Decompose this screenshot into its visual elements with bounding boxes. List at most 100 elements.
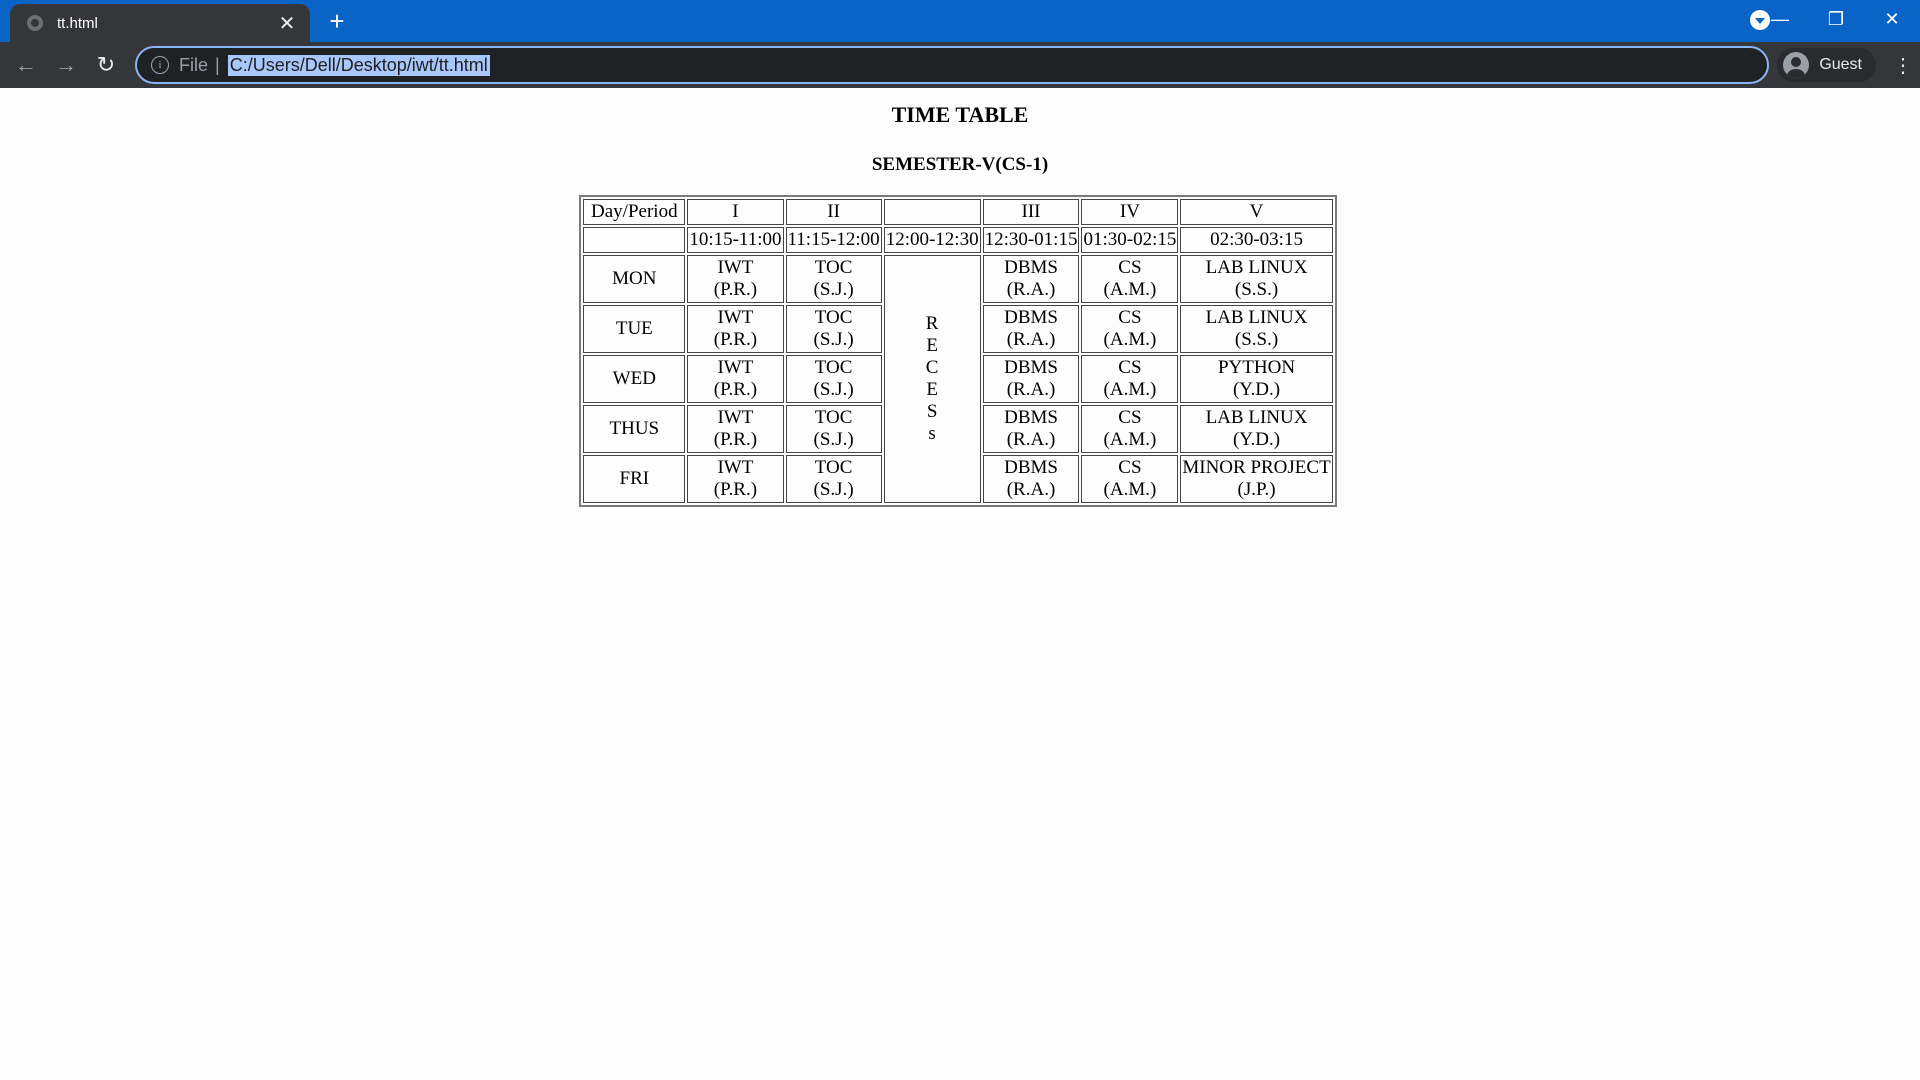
period-cell: CS (A.M.): [1081, 455, 1179, 503]
cell-text: IWT: [717, 357, 754, 378]
period-cell: DBMS (R.A.): [982, 355, 1080, 403]
cell-text: LAB LINUX: [1205, 407, 1308, 428]
recess-letter: R: [925, 313, 939, 334]
cell-text: (P.R.): [713, 379, 758, 400]
period-cell: PYTHON (Y.D.): [1180, 355, 1333, 403]
avatar-icon: [1783, 52, 1810, 78]
page-content: TIME TABLE SEMESTER-V(CS-1) Day/Period I I…: [0, 100, 1920, 507]
browser-toolbar: ← → ↻ i File | C:/Users/Dell/Desktop/iwt…: [0, 42, 1920, 88]
cell-text: (Y.D.): [1232, 429, 1281, 450]
back-arrow-icon[interactable]: ←: [8, 47, 44, 83]
cell-text: (P.R.): [713, 429, 758, 450]
cell-text: 10:15-11:00: [689, 229, 782, 250]
tab-title: tt.html: [57, 14, 98, 32]
forward-arrow-icon[interactable]: →: [48, 47, 84, 83]
cell-text: DBMS: [1004, 357, 1058, 378]
day-cell: FRI: [583, 455, 686, 503]
period-cell: IWT (P.R.): [687, 255, 784, 303]
profile-label: Guest: [1819, 56, 1862, 73]
time-row: 10:15-11:00 11:15-12:00 12:00-12:30 12:30-0…: [583, 227, 1333, 253]
tab-close-icon[interactable]: ✕: [276, 12, 298, 35]
cell-text: CS: [1118, 257, 1142, 278]
page-subtitle: SEMESTER-V(CS-1): [871, 154, 1049, 175]
cell-text: THUS: [609, 418, 660, 439]
period-cell: CS (A.M.): [1081, 355, 1179, 403]
minimize-button[interactable]: —: [1752, 0, 1808, 38]
day-cell: WED: [583, 355, 686, 403]
cell-text: (Y.D.): [1232, 379, 1281, 400]
period-cell: CS (A.M.): [1081, 255, 1179, 303]
window-controls: — ❐ ✕: [1752, 0, 1920, 42]
time-cell: 12:30-01:15: [982, 227, 1080, 253]
tab-strip: tt.html ✕ + — ❐ ✕: [0, 0, 1920, 42]
cell-text: (A.M.): [1103, 329, 1157, 350]
period-cell: CS (A.M.): [1081, 305, 1179, 353]
cell-text: DBMS: [1004, 457, 1058, 478]
period-cell: DBMS (R.A.): [982, 255, 1080, 303]
cell-text: (R.A.): [1006, 479, 1056, 500]
cell-text: (J.P.): [1237, 479, 1276, 500]
cell-text: IWT: [717, 307, 754, 328]
cell-text: CS: [1118, 357, 1142, 378]
period-cell: TOC (S.J.): [785, 305, 882, 353]
time-cell: 01:30-02:15: [1081, 227, 1179, 253]
period-cell: CS (A.M.): [1081, 405, 1179, 453]
kebab-menu-icon[interactable]: ⋮: [1893, 54, 1913, 77]
close-window-button[interactable]: ✕: [1864, 0, 1920, 38]
cell-text: (R.A.): [1006, 279, 1056, 300]
cell-text: 01:30-02:15: [1083, 229, 1177, 250]
period-cell: IWT (P.R.): [687, 355, 784, 403]
cell-text: CS: [1118, 407, 1142, 428]
page-title: TIME TABLE: [891, 102, 1029, 127]
cell-text: (S.J.): [813, 279, 854, 300]
new-tab-button[interactable]: +: [322, 6, 352, 36]
period-cell: TOC (S.J.): [785, 405, 882, 453]
period-cell: DBMS (R.A.): [982, 405, 1080, 453]
browser-tab[interactable]: tt.html ✕: [10, 4, 310, 42]
address-bar[interactable]: i File | C:/Users/Dell/Desktop/iwt/tt.ht…: [135, 46, 1769, 84]
cell-text: (R.A.): [1006, 429, 1056, 450]
cell-text: TOC: [814, 457, 853, 478]
period-cell: TOC (S.J.): [785, 355, 882, 403]
cell-text: IWT: [717, 457, 754, 478]
cell-text: (S.S.): [1234, 329, 1279, 350]
header-cell: [883, 199, 981, 225]
cell-text: IV: [1119, 201, 1140, 222]
header-row: Day/Period I II III IV V: [583, 199, 1333, 225]
cell-text: (A.M.): [1103, 479, 1157, 500]
time-cell: 10:15-11:00: [687, 227, 784, 253]
time-cell: 02:30-03:15: [1180, 227, 1333, 253]
period-cell: DBMS (R.A.): [982, 305, 1080, 353]
restore-button[interactable]: ❐: [1808, 0, 1864, 38]
period-cell: IWT (P.R.): [687, 405, 784, 453]
cell-text: FRI: [619, 468, 650, 489]
cell-text: (R.A.): [1006, 329, 1056, 350]
header-cell: Day/Period: [583, 199, 686, 225]
cell-text: LAB LINUX: [1205, 257, 1308, 278]
table-row: MON IWT (P.R.) TOC (S.J.) R E C E Ss DBMS (R.A.) CS(…: [583, 255, 1333, 503]
cell-text: 12:00-12:30: [885, 229, 979, 250]
recess-letter: S: [926, 401, 938, 422]
header-cell: V: [1180, 199, 1333, 225]
time-cell: 11:15-12:00: [785, 227, 882, 253]
profile-button[interactable]: Guest: [1777, 48, 1876, 82]
cell-text: 02:30-03:15: [1210, 229, 1303, 250]
cell-text: TOC: [814, 357, 853, 378]
url-text[interactable]: C:/Users/Dell/Desktop/iwt/tt.html: [227, 54, 490, 76]
cell-text: (R.A.): [1006, 379, 1056, 400]
day-cell: MON: [583, 255, 686, 303]
period-cell: LAB LINUX (S.S.): [1180, 255, 1333, 303]
period-cell: IWT (P.R.): [687, 305, 784, 353]
reload-icon[interactable]: ↻: [88, 47, 124, 83]
cell-text: (S.J.): [813, 479, 854, 500]
recess-cell: RECESs: [883, 255, 981, 503]
recess-letter: s: [928, 423, 936, 444]
cell-text: 11:15-12:00: [787, 229, 880, 250]
cell-text: DBMS: [1004, 257, 1058, 278]
site-info-icon[interactable]: i: [151, 56, 169, 74]
recess-letter: E: [926, 335, 938, 356]
cell-text: I: [732, 201, 739, 222]
url-scheme-label: File: [179, 54, 209, 75]
cell-text: (S.J.): [813, 429, 854, 450]
period-cell: MINOR PROJECT (J.P.): [1180, 455, 1333, 503]
